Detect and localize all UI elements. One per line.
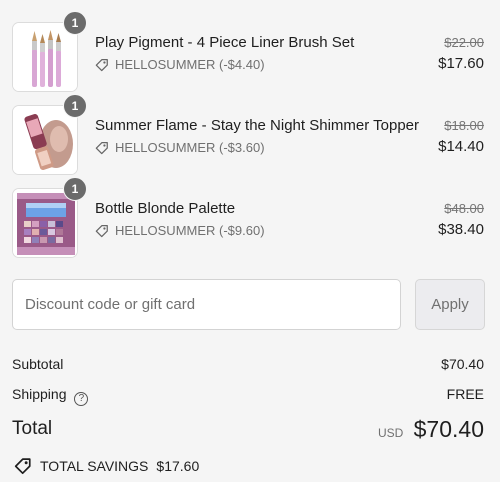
discount-line: HELLOSUMMER (-$3.60) <box>95 140 265 155</box>
discounted-price: $38.40 <box>438 221 484 238</box>
subtotal-value: $70.40 <box>441 356 484 372</box>
subtotal-row: Subtotal $70.40 <box>12 356 484 372</box>
currency-code: USD <box>378 426 404 440</box>
line-item: 1 Play Pigment - 4 Piece Liner Brush Set… <box>12 11 488 92</box>
discount-code-text: HELLOSUMMER (-$9.60) <box>115 223 265 238</box>
quantity-badge: 1 <box>63 94 87 118</box>
apply-button[interactable]: Apply <box>415 279 485 330</box>
product-name: Bottle Blonde Palette <box>95 200 236 217</box>
quantity-badge: 1 <box>63 11 87 35</box>
discount-line: HELLOSUMMER (-$4.40) <box>95 57 265 72</box>
tag-icon <box>95 141 108 154</box>
total-savings: TOTAL SAVINGS $17.60 <box>14 457 199 475</box>
discounted-price: $14.40 <box>438 138 484 155</box>
total-label: Total <box>12 418 53 439</box>
original-price: $22.00 <box>444 35 484 50</box>
savings-value: $17.60 <box>156 458 200 474</box>
discount-code-text: HELLOSUMMER (-$3.60) <box>115 140 265 155</box>
shipping-row: Shipping ? FREE <box>12 386 484 406</box>
shipping-value: FREE <box>446 386 484 402</box>
total-value: $70.40 <box>413 416 484 442</box>
product-name: Summer Flame - Stay the Night Shimmer To… <box>95 117 420 134</box>
original-price: $48.00 <box>444 201 484 216</box>
discount-line: HELLOSUMMER (-$9.60) <box>95 223 265 238</box>
original-price: $18.00 <box>444 118 484 133</box>
discount-code-input[interactable] <box>12 279 401 330</box>
tag-icon <box>95 58 108 71</box>
line-item: 1 Summer Flame - Stay the Night Shimmer … <box>12 94 488 175</box>
tag-icon <box>95 224 108 237</box>
discount-code-text: HELLOSUMMER (-$4.40) <box>115 57 265 72</box>
tag-icon <box>14 458 31 475</box>
quantity-badge: 1 <box>63 177 87 201</box>
savings-label: TOTAL SAVINGS <box>40 458 149 474</box>
help-circle-icon[interactable]: ? <box>74 391 89 406</box>
discounted-price: $17.60 <box>438 55 484 72</box>
line-item: 1 Bottle Blonde Palette HELLOSUMMER (-$9… <box>12 177 488 258</box>
product-name: Play Pigment - 4 Piece Liner Brush Set <box>95 34 355 51</box>
shipping-label: Shipping <box>12 386 67 402</box>
subtotal-label: Subtotal <box>12 356 64 372</box>
